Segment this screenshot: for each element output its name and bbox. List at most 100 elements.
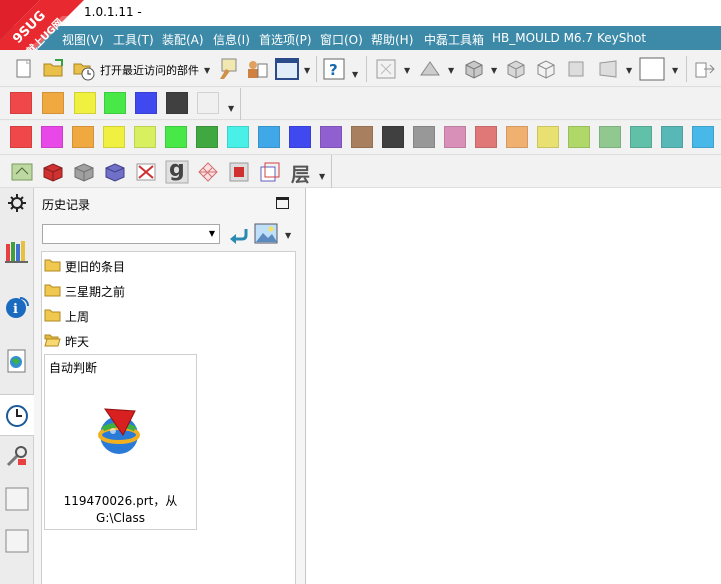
window-layout-dropdown-icon[interactable]: ▼ [304, 66, 310, 75]
background-color-dropdown-icon[interactable]: ▼ [672, 66, 678, 75]
shaded-view-dropdown-icon[interactable]: ▼ [491, 66, 497, 75]
history-panel: 历史记录 ▼ ▼ 更旧的条目 三星期之前 上周 昨天 自动判断 11947002… [34, 188, 306, 584]
preview-image-icon[interactable] [254, 222, 280, 246]
perspective-dropdown-icon[interactable]: ▼ [448, 66, 454, 75]
section-view-icon[interactable] [564, 57, 588, 81]
menu-bar: 视图(V) 工具(T) 装配(A) 信息(I) 首选项(P) 窗口(O) 帮助(… [0, 26, 721, 50]
touch-mode-icon[interactable] [216, 57, 240, 81]
blank-panel-icon[interactable] [4, 486, 30, 512]
open-folder-icon[interactable] [42, 57, 66, 81]
user-roles-icon[interactable] [245, 57, 269, 81]
color-swatch[interactable] [42, 92, 64, 114]
color-swatch[interactable] [72, 126, 94, 148]
render-toolbar-dropdown-icon[interactable]: ▼ [319, 172, 325, 181]
red-cube-icon[interactable] [227, 160, 251, 184]
fit-view-icon[interactable] [374, 57, 398, 81]
tools-icon[interactable] [4, 443, 30, 469]
face-analysis-dropdown-icon[interactable]: ▼ [626, 66, 632, 75]
color-swatch[interactable] [382, 126, 404, 148]
shaded-red-solid-icon[interactable] [41, 160, 65, 184]
help-icon[interactable]: ? [322, 57, 346, 81]
window-layout-icon[interactable] [275, 57, 299, 81]
graphics-window[interactable] [306, 188, 721, 584]
color-swatch[interactable] [692, 126, 714, 148]
color-swatch[interactable] [197, 92, 219, 114]
menu-info[interactable]: 信息(I) [213, 31, 250, 48]
history-tab[interactable] [0, 394, 34, 436]
color-swatch[interactable] [134, 126, 156, 148]
export-icon[interactable] [692, 57, 716, 81]
color-swatch[interactable] [661, 126, 683, 148]
solid-view-icon[interactable] [504, 57, 528, 81]
render-toolbar: g 层 ▼ [0, 155, 721, 188]
color-swatch[interactable] [196, 126, 218, 148]
gear-icon[interactable] [4, 190, 30, 216]
history-group-yesterday[interactable]: 昨天 [44, 329, 244, 351]
help-dropdown-icon[interactable]: ▼ [352, 70, 358, 79]
basic-color-dropdown-icon[interactable]: ▼ [228, 104, 234, 113]
color-swatch[interactable] [227, 126, 249, 148]
color-swatch[interactable] [258, 126, 280, 148]
open-recent-dropdown-icon[interactable]: ▼ [204, 66, 210, 75]
wireframe-view-icon[interactable] [534, 57, 558, 81]
menu-keyshot[interactable]: KeyShot [597, 31, 646, 45]
face-analysis-icon[interactable] [596, 57, 620, 81]
color-swatch[interactable] [289, 126, 311, 148]
gray-solid-icon[interactable] [72, 160, 96, 184]
color-swatch[interactable] [166, 92, 188, 114]
history-group-older[interactable]: 更旧的条目 [44, 254, 244, 276]
menu-preferences[interactable]: 首选项(P) [259, 31, 312, 48]
blank-panel-icon[interactable] [4, 528, 30, 554]
preview-dropdown-icon[interactable]: ▼ [285, 231, 291, 240]
color-swatch[interactable] [599, 126, 621, 148]
color-swatch[interactable] [165, 126, 187, 148]
history-filter-combo[interactable]: ▼ [42, 224, 220, 244]
color-swatch[interactable] [41, 126, 63, 148]
layer-settings-button[interactable]: 层 [289, 160, 315, 186]
background-color-button[interactable] [639, 56, 665, 82]
open-recent-label[interactable]: 打开最近访问的部件 [100, 62, 199, 78]
web-browser-icon[interactable] [4, 348, 30, 374]
perspective-icon[interactable] [418, 57, 442, 81]
hide-object-icon[interactable] [134, 160, 158, 184]
fit-view-dropdown-icon[interactable]: ▼ [404, 66, 410, 75]
menu-hb-mould[interactable]: HB_MOULD M6.7 [492, 31, 593, 45]
color-swatch[interactable] [537, 126, 559, 148]
menu-window[interactable]: 窗口(O) [320, 31, 363, 48]
color-swatch[interactable] [135, 92, 157, 114]
color-swatch[interactable] [506, 126, 528, 148]
color-swatch[interactable] [104, 92, 126, 114]
history-group-last-week[interactable]: 上周 [44, 304, 244, 326]
color-swatch[interactable] [103, 126, 125, 148]
info-icon[interactable]: i [4, 294, 30, 320]
shaded-view-icon[interactable] [462, 57, 486, 81]
blue-solid-icon[interactable] [103, 160, 127, 184]
color-swatch[interactable] [444, 126, 466, 148]
layer-cube-icon[interactable] [258, 160, 282, 184]
color-swatch[interactable] [568, 126, 590, 148]
color-swatch[interactable] [10, 92, 32, 114]
g-button[interactable]: g [165, 157, 189, 184]
edit-object-display-icon[interactable] [10, 160, 34, 184]
maximize-panel-icon[interactable] [276, 197, 289, 209]
new-file-icon[interactable] [12, 57, 36, 81]
color-swatch[interactable] [10, 126, 32, 148]
color-swatch[interactable] [74, 92, 96, 114]
svg-text:?: ? [329, 61, 338, 79]
color-swatch[interactable] [351, 126, 373, 148]
color-swatch[interactable] [413, 126, 435, 148]
history-group-three-weeks[interactable]: 三星期之前 [44, 279, 244, 301]
color-swatch[interactable] [630, 126, 652, 148]
mesh-icon[interactable] [196, 160, 220, 184]
library-icon[interactable] [4, 238, 30, 264]
menu-assembly[interactable]: 装配(A) [162, 31, 204, 48]
color-swatch[interactable] [320, 126, 342, 148]
menu-zhonglei-toolbox[interactable]: 中磊工具箱 [424, 31, 484, 48]
layer-button-label: 层 [291, 164, 311, 186]
history-file-card[interactable]: 自动判断 119470026.prt，从 G:\Class [44, 354, 197, 530]
back-arrow-icon[interactable] [226, 223, 250, 247]
menu-help[interactable]: 帮助(H) [371, 31, 413, 48]
open-recent-icon[interactable] [72, 57, 96, 81]
menu-tools[interactable]: 工具(T) [113, 31, 154, 48]
color-swatch[interactable] [475, 126, 497, 148]
